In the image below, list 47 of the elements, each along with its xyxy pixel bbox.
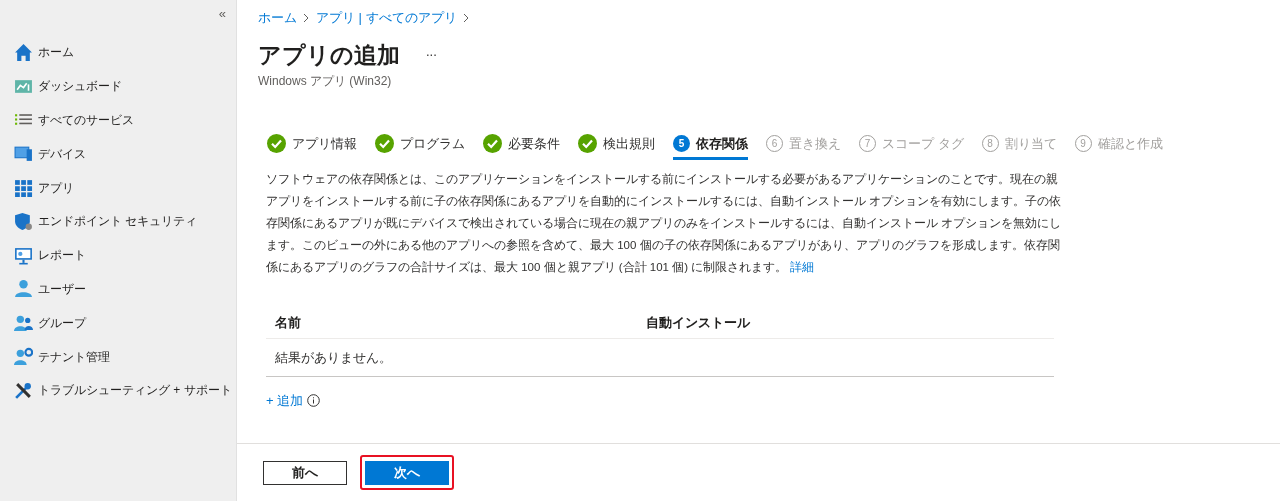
info-icon	[307, 394, 321, 408]
nav-item[interactable]: すべてのサービス	[0, 103, 236, 137]
column-header: 名前	[274, 313, 302, 332]
check-icon	[483, 134, 502, 153]
nav-item[interactable]: テナント管理	[0, 339, 236, 374]
page-title: アプリの追加	[258, 40, 400, 70]
add-link[interactable]: + 追加	[266, 391, 304, 411]
nav-item[interactable]: ユーザー	[0, 272, 236, 306]
nav-item[interactable]: エンドポイント セキュリティ	[0, 204, 236, 239]
chevron-icon	[303, 12, 310, 23]
wizard-tab[interactable]: プログラム	[375, 130, 465, 160]
empty-message: 結果がありません。	[274, 348, 392, 367]
user-gear-icon	[14, 347, 33, 367]
devices-icon	[14, 144, 33, 164]
wizard-tab[interactable]: 検出規則	[578, 130, 655, 160]
nav-item[interactable]: ホーム	[0, 35, 236, 70]
column-header: 自動インストール	[646, 313, 750, 332]
check-icon	[578, 134, 597, 153]
back-button[interactable]: 前へ	[263, 460, 347, 485]
collapse-button[interactable]: «	[218, 4, 226, 24]
wizard-tab[interactable]: 5 依存関係	[673, 130, 748, 160]
nav-item[interactable]: ダッシュボード	[0, 69, 236, 104]
nav-item[interactable]: グループ	[0, 305, 236, 340]
shield-icon	[14, 211, 33, 231]
description-text: ソフトウェアの依存関係とは、このアプリケーションをインストールする前にインストールする必要があるアプリケーションのことです。現在の親アプリをインストールする前に子の依存関係にあるアプリを自動的にインストールするには、自動インストール オプションを有効にします。子の依存関係にあるアプリが既にデバイスで検出されている場合に現在の親アプリのみをインストールするには、自動インストール オプションを無効にします。このビューの外にある他のアプリへの参照を含めて、最大 100 個の子の依存関係にあるアプリがあり、アプリのグラフを形成します。依存関係にあるアプリのグラフの合計サイズは、最大 100 個と親アプリ (合計 101 個) に制限されます。 詳細	[266, 172, 1063, 275]
check-icon	[267, 134, 286, 153]
home-icon	[14, 42, 33, 62]
chevron-icon	[462, 12, 470, 23]
nav-item[interactable]: レポート	[0, 238, 236, 273]
monitor-icon	[14, 245, 33, 265]
more-button[interactable]: ...	[426, 42, 437, 68]
wizard-tab[interactable]: アプリ情報	[267, 130, 357, 160]
nav-item[interactable]: デバイス	[0, 136, 236, 171]
group-icon	[14, 313, 33, 333]
tools-icon	[14, 380, 33, 400]
breadcrumb-link[interactable]: ホーム	[258, 8, 297, 28]
step-number: 5	[673, 135, 690, 152]
breadcrumb-link[interactable]: アプリ | すべてのアプリ	[316, 8, 457, 28]
page-subtitle: Windows アプリ (Win32)	[258, 73, 393, 90]
wizard-tab[interactable]: 必要条件	[483, 130, 560, 160]
check-icon	[375, 134, 394, 153]
nav-item[interactable]: アプリ	[0, 170, 236, 205]
nav-item[interactable]: トラブルシューティング + サポート	[0, 373, 236, 408]
user-icon	[14, 279, 33, 299]
grid-icon	[14, 178, 33, 198]
next-button[interactable]: 次へ	[365, 460, 449, 485]
learn-more-link[interactable]: 詳細	[790, 261, 815, 273]
